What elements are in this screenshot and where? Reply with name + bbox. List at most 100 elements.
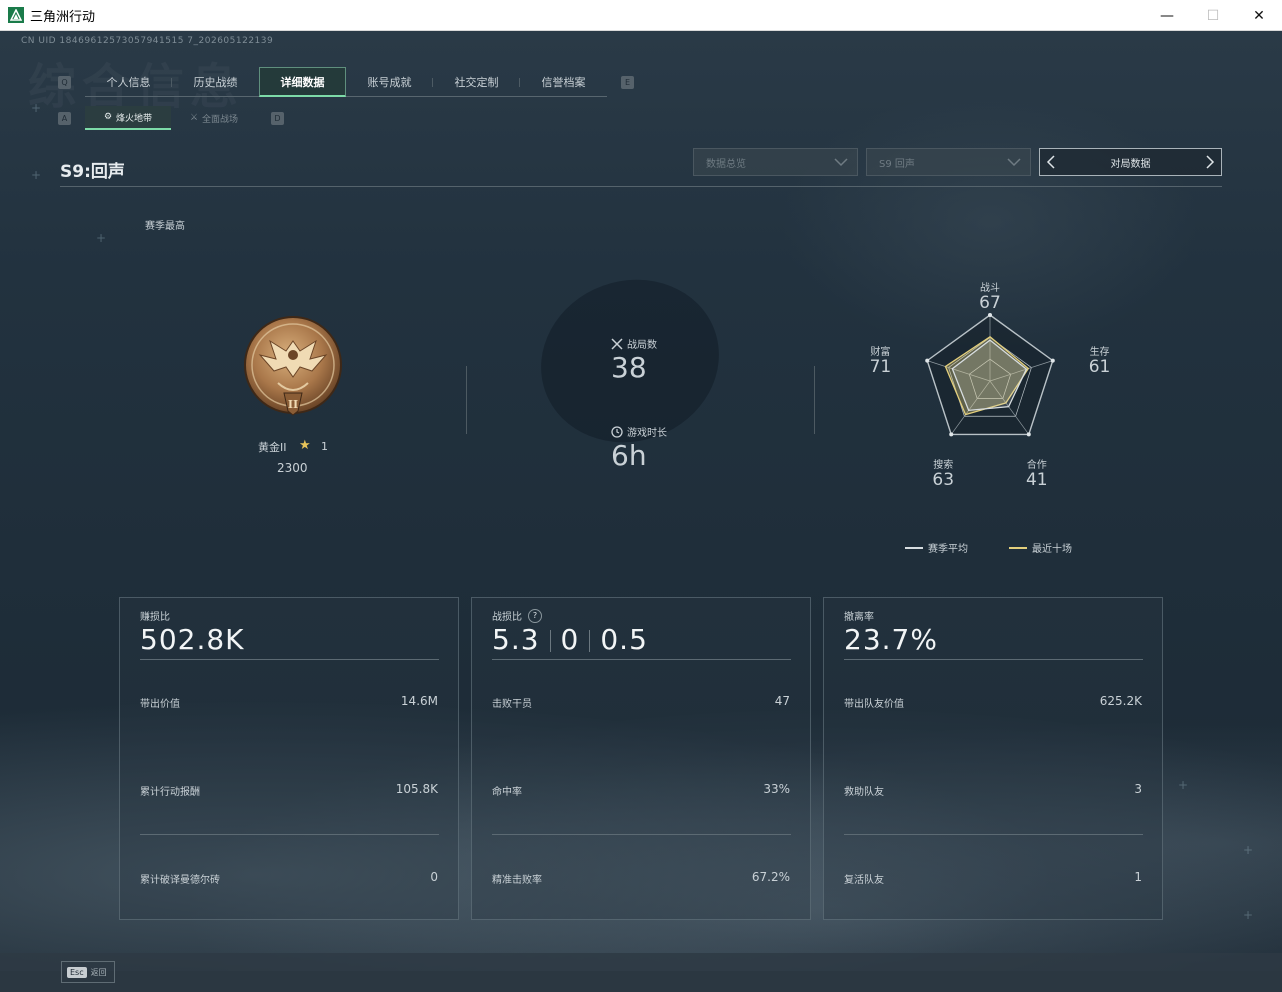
sub-tab-bar: A ⚙ 烽火地带 ⚔ 全面战场 D (58, 106, 284, 130)
game-area: 综合信息 + + + + + + CN UID 1846961257305794… (0, 31, 1282, 992)
tab-5[interactable]: 信誉档案 (520, 67, 607, 97)
key-hint-d[interactable]: D (271, 111, 284, 125)
operators-killed-label: 击败干员 (492, 699, 532, 710)
matches-label: 战局数 (627, 340, 657, 351)
fire-zone-icon: ⚙ (103, 112, 113, 122)
radar-vertex-dot (1026, 432, 1031, 437)
card-divider (140, 834, 439, 835)
main-tab-bar: Q 个人信息 历史战绩 详细数据 账号成就 社交定制 信誉档案 E (58, 67, 634, 97)
card-divider (492, 834, 791, 835)
teammates-revived-value: 1 (1134, 870, 1142, 884)
extraction-rate-value: 23.7% (844, 623, 938, 656)
chevron-right-icon[interactable] (1205, 155, 1215, 169)
legend-recent-ten-swatch (1009, 546, 1027, 549)
matches-value: 38 (611, 351, 647, 384)
chevron-left-icon[interactable] (1046, 155, 1056, 169)
rank-badge-gold-icon: II (244, 316, 342, 416)
time-value: 6h (611, 439, 647, 472)
maximize-button[interactable]: ☐ (1190, 0, 1236, 31)
subtab-label: 烽火地带 (116, 113, 153, 124)
key-hint-e[interactable]: E (621, 75, 634, 89)
total-reward-value: 105.8K (395, 782, 438, 796)
teammates-rescued-label: 救助队友 (844, 787, 884, 798)
esc-key-hint: Esc (67, 966, 87, 978)
rank-star-icon: ★ (299, 438, 311, 453)
legend-recent-ten-label: 最近十场 (1032, 544, 1072, 555)
back-label: 返回 (90, 967, 107, 977)
season-dropdown[interactable]: S9 回声 (866, 148, 1031, 176)
kd-secondary-value: 0 (560, 623, 580, 656)
battlefield-icon: ⚔ (189, 113, 199, 123)
radar-axis-value: 61 (1088, 356, 1111, 377)
radar-vertex-dot (925, 358, 930, 363)
extraction-card: 撤离率 23.7% 带出队友价值 625.2K 救助队友 3 复活队友 1 (823, 597, 1163, 920)
back-button[interactable]: Esc 返回 (61, 961, 115, 983)
hit-rate-label: 命中率 (492, 787, 522, 798)
card-divider (844, 834, 1143, 835)
close-button[interactable]: ✕ (1236, 0, 1282, 31)
carry-out-value: 14.6M (400, 694, 438, 708)
kd-ratio-value: 5.3 (492, 623, 540, 656)
radar-axis-value: 63 (932, 470, 955, 491)
decor-plus-icon: + (1178, 778, 1189, 792)
tab-0[interactable]: 个人信息 (85, 67, 172, 97)
operators-killed-value: 47 (774, 694, 790, 708)
subtab-label: 全面战场 (202, 114, 239, 125)
kd-ratio-label: 战损比 (492, 612, 522, 623)
season-divider (60, 186, 1222, 187)
key-hint-q[interactable]: Q (58, 75, 71, 89)
decor-plus-icon: + (31, 168, 42, 182)
kd-label-group: 战损比 ? (492, 608, 542, 623)
tab-label: 账号成就 (367, 76, 412, 89)
subtab-1[interactable]: ⚔ 全面战场 (171, 106, 257, 130)
tab-3[interactable]: 账号成就 (346, 67, 433, 97)
data-type-dropdown-value: 数据总览 (706, 158, 746, 170)
decor-plus-icon: + (31, 101, 42, 115)
card-divider (844, 659, 1143, 660)
clock-icon (611, 425, 623, 438)
tab-4[interactable]: 社交定制 (433, 67, 520, 97)
decrypted-bricks-value: 0 (430, 870, 438, 884)
teammates-rescued-value: 3 (1134, 782, 1142, 796)
kd-separator (589, 630, 591, 652)
decor-plus-icon: + (1243, 843, 1254, 857)
radar-vertex-dot (1050, 358, 1055, 363)
match-data-label: 对局数据 (1110, 158, 1151, 170)
crossed-swords-icon (611, 337, 623, 350)
time-label: 游戏时长 (627, 428, 667, 439)
decrypted-bricks-label: 累计破译曼德尔砖 (140, 875, 220, 886)
tab-label: 个人信息 (106, 76, 151, 89)
tab-label: 信誉档案 (541, 76, 586, 89)
user-id-line: CN UID 18469612573057941515 7_2026051221… (21, 36, 274, 46)
extraction-rate-label: 撤离率 (844, 612, 874, 623)
profit-ratio-label: 赚损比 (140, 612, 170, 623)
data-type-dropdown[interactable]: 数据总览 (693, 148, 858, 176)
help-icon[interactable]: ? (528, 608, 542, 623)
total-reward-label: 累计行动报酬 (140, 787, 200, 798)
precision-kill-rate-value: 67.2% (751, 870, 790, 884)
radar-axis-label: 战斗 (980, 283, 1000, 294)
match-data-stepper[interactable]: 对局数据 (1039, 148, 1222, 176)
teammates-revived-label: 复活队友 (844, 875, 884, 886)
tab-label: 历史战绩 (193, 76, 238, 89)
tab-1[interactable]: 历史战绩 (172, 67, 259, 97)
decor-plus-icon: + (1243, 908, 1254, 922)
teammate-value-label: 带出队友价值 (844, 699, 904, 710)
tab-2[interactable]: 详细数据 (259, 67, 346, 97)
key-hint-a[interactable]: A (58, 111, 71, 125)
profit-ratio-value: 502.8K (140, 623, 245, 656)
legend-season-avg-label: 赛季平均 (928, 544, 968, 555)
card-divider (492, 659, 791, 660)
subtab-0[interactable]: ⚙ 烽火地带 (85, 106, 171, 130)
radar-axis-label: 搜索 (933, 460, 954, 472)
section-divider (814, 366, 815, 434)
carry-out-value-label: 带出价值 (140, 699, 180, 710)
radar-vertex-dot (988, 313, 992, 317)
radar-axis-label: 生存 (1089, 346, 1110, 358)
window-title: 三角洲行动 (30, 9, 96, 25)
section-divider (466, 366, 467, 434)
legend-season-avg-swatch (905, 546, 923, 549)
minimize-button[interactable]: — (1144, 0, 1190, 31)
combat-card: 战损比 ? 5.3 0 0.5 击败干员 47 命中率 33% 精准击败率 67.2… (471, 597, 811, 920)
kd-separator (549, 630, 551, 652)
